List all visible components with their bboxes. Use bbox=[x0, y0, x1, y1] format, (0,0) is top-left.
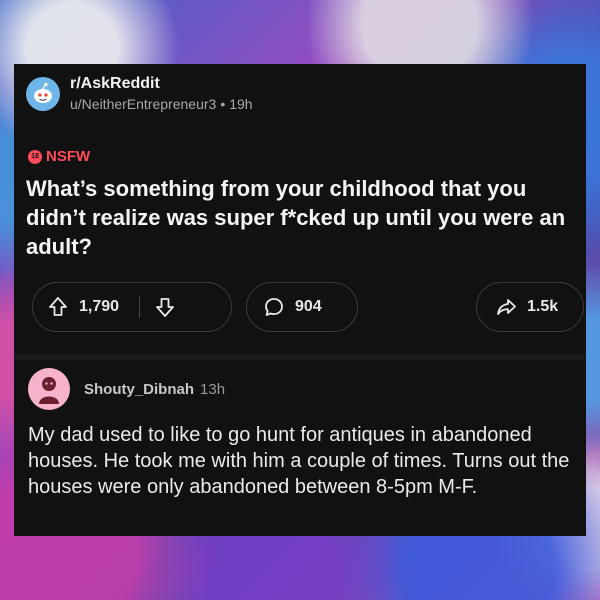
downvote-arrow-icon[interactable] bbox=[154, 296, 176, 318]
upvote-arrow-icon[interactable] bbox=[47, 296, 69, 318]
share-count: 1.5k bbox=[527, 298, 559, 315]
post-author[interactable]: u/NeitherEntrepreneur3 bbox=[70, 94, 216, 114]
post-title[interactable]: What’s something from your childhood tha… bbox=[26, 174, 574, 261]
reddit-snoo-icon[interactable] bbox=[26, 77, 60, 111]
comments-button[interactable]: 904 bbox=[246, 282, 358, 332]
user-snoo-icon[interactable] bbox=[28, 368, 70, 410]
post: r/AskReddit u/NeitherEntrepreneur3 • 19h… bbox=[14, 64, 586, 354]
post-actions: 1,790 904 1.5k bbox=[32, 282, 584, 334]
subreddit-name[interactable]: r/AskReddit bbox=[70, 74, 253, 94]
nsfw-18-icon: 18 bbox=[28, 149, 42, 164]
comment-header: Shouty_Dibnah 13h bbox=[28, 368, 225, 410]
nsfw-tag: 18 NSFW bbox=[28, 148, 90, 165]
upvote-count: 1,790 bbox=[79, 298, 120, 315]
post-age: 19h bbox=[229, 96, 253, 112]
byline-separator: • bbox=[220, 96, 226, 112]
nsfw-label: NSFW bbox=[46, 148, 91, 165]
post-header: r/AskReddit u/NeitherEntrepreneur3 • 19h bbox=[26, 72, 253, 116]
post-byline: u/NeitherEntrepreneur3 • 19h bbox=[70, 94, 253, 114]
comment: Shouty_Dibnah 13h My dad used to like to… bbox=[14, 360, 586, 536]
vote-pill: 1,790 bbox=[32, 282, 232, 332]
comment-bubble-icon bbox=[265, 298, 283, 316]
share-button[interactable]: 1.5k bbox=[476, 282, 584, 332]
share-arrow-icon bbox=[497, 299, 516, 315]
reddit-card: r/AskReddit u/NeitherEntrepreneur3 • 19h… bbox=[14, 64, 586, 536]
comment-body: My dad used to like to go hunt for antiq… bbox=[28, 424, 570, 498]
comment-count: 904 bbox=[295, 298, 322, 315]
comment-username[interactable]: Shouty_Dibnah bbox=[84, 381, 194, 398]
comment-age: 13h bbox=[200, 380, 226, 398]
vote-divider bbox=[139, 296, 141, 318]
